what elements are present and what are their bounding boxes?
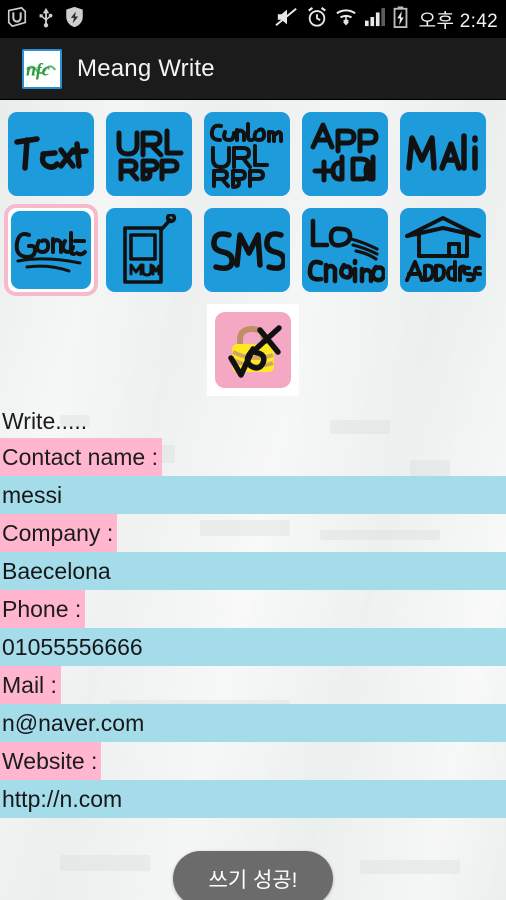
label-phone: Phone :	[0, 590, 506, 628]
lock-row	[0, 304, 506, 396]
usb-icon	[37, 6, 55, 33]
tile-mail-surface[interactable]	[400, 112, 486, 196]
tile-address-surface[interactable]	[400, 208, 486, 292]
alarm-icon	[306, 6, 328, 33]
label-company: Company :	[0, 514, 506, 552]
tile-address[interactable]	[396, 204, 490, 296]
main-content: Write..... Contact name : messi Company …	[0, 100, 506, 900]
text-icon	[14, 136, 89, 171]
status-bar-clock: 오후 2:42	[418, 10, 498, 32]
tile-location-surface[interactable]	[302, 208, 388, 292]
tile-lock[interactable]	[207, 304, 299, 396]
tile-contact-surface[interactable]	[11, 211, 91, 289]
tile-text-surface[interactable]	[8, 112, 94, 196]
tile-custom-url-surface[interactable]	[204, 112, 290, 196]
label-company-text: Company :	[0, 514, 118, 552]
location-icon	[307, 218, 385, 284]
tile-lock-surface[interactable]	[215, 312, 291, 388]
value-phone[interactable]: 01055556666	[0, 628, 506, 666]
value-mail[interactable]: n@naver.com	[0, 704, 506, 742]
tag-type-grid	[0, 100, 506, 296]
value-company[interactable]: Baecelona	[0, 552, 506, 590]
write-form: Write..... Contact name : messi Company …	[0, 405, 506, 818]
label-phone-text: Phone :	[0, 590, 86, 628]
label-website: Website :	[0, 742, 506, 780]
app-title: Meang Write	[77, 54, 215, 82]
sms-icon	[211, 231, 285, 271]
tag-type-row-2	[4, 204, 502, 296]
mail-icon	[406, 133, 478, 171]
contact-icon	[14, 231, 87, 273]
battery-charging-icon	[393, 5, 408, 33]
lock-icon	[228, 325, 282, 378]
value-website[interactable]: http://n.com	[0, 780, 506, 818]
tile-num[interactable]	[102, 204, 196, 296]
status-bar-right-icons: 오후 2:42	[275, 5, 498, 33]
form-header: Write.....	[2, 408, 88, 434]
tile-app-add-surface[interactable]	[302, 112, 388, 196]
toast-message: 쓰기 성공!	[173, 851, 333, 900]
tile-sms[interactable]	[200, 204, 294, 296]
app-logo-icon: nfc	[22, 48, 62, 89]
tile-custom-url[interactable]	[200, 108, 294, 200]
url-icon	[116, 128, 184, 182]
tile-mail[interactable]	[396, 108, 490, 200]
tile-location[interactable]	[298, 204, 392, 296]
label-contact-name-text: Contact name :	[0, 438, 162, 476]
tile-url[interactable]	[102, 108, 196, 200]
label-website-text: Website :	[0, 742, 102, 780]
label-mail-text: Mail :	[0, 666, 61, 704]
u-badge-icon	[6, 6, 28, 33]
num-phone-icon	[123, 214, 177, 284]
status-bar: 오후 2:42	[0, 0, 506, 38]
wifi-icon	[335, 6, 357, 33]
action-bar: nfc Meang Write	[0, 38, 506, 100]
app-add-icon	[310, 122, 379, 183]
mute-icon	[275, 6, 299, 33]
tile-num-surface[interactable]	[106, 208, 192, 292]
value-contact-name[interactable]: messi	[0, 476, 506, 514]
tag-type-row-1	[4, 108, 502, 200]
tile-url-surface[interactable]	[106, 112, 192, 196]
custom-url-icon	[209, 122, 283, 189]
tile-text[interactable]	[4, 108, 98, 200]
tile-sms-surface[interactable]	[204, 208, 290, 292]
label-mail: Mail :	[0, 666, 506, 704]
shield-icon	[64, 6, 85, 33]
tile-app-add[interactable]	[298, 108, 392, 200]
status-bar-left-icons	[6, 6, 85, 33]
address-house-icon	[405, 216, 482, 283]
label-contact-name: Contact name :	[0, 438, 506, 476]
signal-icon	[364, 7, 386, 32]
tile-contact[interactable]	[4, 204, 98, 296]
